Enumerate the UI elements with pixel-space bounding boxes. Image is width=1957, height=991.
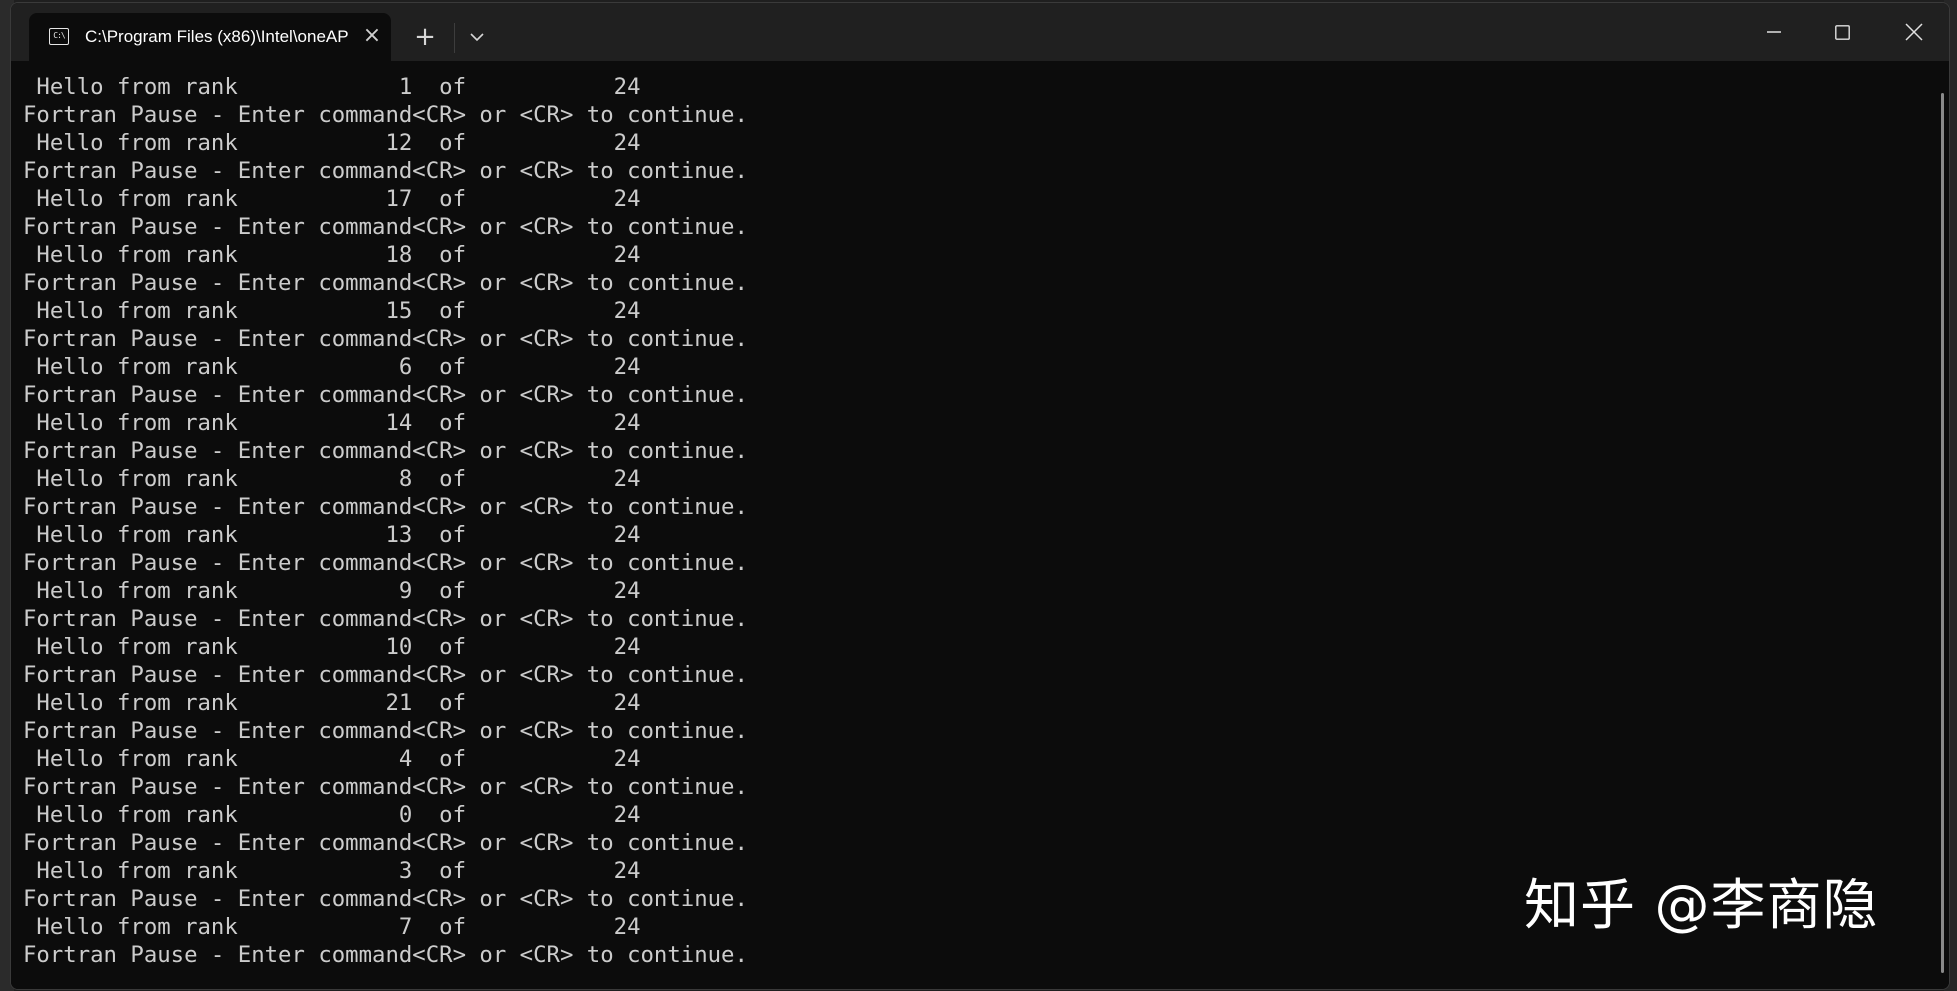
terminal-line: Fortran Pause - Enter command<CR> or <CR…	[23, 830, 748, 856]
terminal-line: Fortran Pause - Enter command<CR> or <CR…	[23, 606, 748, 632]
cmd-icon: C:\	[49, 28, 69, 45]
terminal-line: Fortran Pause - Enter command<CR> or <CR…	[23, 550, 748, 576]
terminal-line: Hello from rank 3 of 24	[23, 858, 641, 884]
chevron-down-icon	[470, 33, 484, 42]
terminal-line: Fortran Pause - Enter command<CR> or <CR…	[23, 382, 748, 408]
title-bar[interactable]: C:\ C:\Program Files (x86)\Intel\oneAPI …	[11, 3, 1949, 61]
close-icon	[1905, 23, 1923, 41]
terminal-line: Hello from rank 15 of 24	[23, 298, 641, 324]
maximize-button[interactable]	[1809, 3, 1877, 61]
terminal-line: Fortran Pause - Enter command<CR> or <CR…	[23, 886, 748, 912]
vertical-scrollbar[interactable]	[1936, 61, 1949, 989]
terminal-line: Hello from rank 9 of 24	[23, 578, 641, 604]
terminal-line: Hello from rank 17 of 24	[23, 186, 641, 212]
terminal-line: Fortran Pause - Enter command<CR> or <CR…	[23, 158, 748, 184]
terminal-line: Hello from rank 4 of 24	[23, 746, 641, 772]
minimize-button[interactable]	[1741, 3, 1809, 61]
terminal-line: Hello from rank 0 of 24	[23, 802, 641, 828]
terminal-line: Fortran Pause - Enter command<CR> or <CR…	[23, 214, 748, 240]
terminal-line: Hello from rank 7 of 24	[23, 914, 641, 940]
terminal-line: Hello from rank 12 of 24	[23, 130, 641, 156]
maximize-icon	[1835, 25, 1850, 40]
terminal-line: Fortran Pause - Enter command<CR> or <CR…	[23, 774, 748, 800]
terminal-line: Fortran Pause - Enter command<CR> or <CR…	[23, 270, 748, 296]
terminal-line: Fortran Pause - Enter command<CR> or <CR…	[23, 438, 748, 464]
terminal-line: Fortran Pause - Enter command<CR> or <CR…	[23, 718, 748, 744]
terminal-line: Hello from rank 18 of 24	[23, 242, 641, 268]
terminal-line: Fortran Pause - Enter command<CR> or <CR…	[23, 326, 748, 352]
terminal-line: Hello from rank 21 of 24	[23, 690, 641, 716]
scrollbar-thumb[interactable]	[1941, 93, 1944, 973]
terminal-output[interactable]: Hello from rank 1 of 24 Fortran Pause - E…	[11, 61, 1936, 989]
terminal-line: Hello from rank 6 of 24	[23, 354, 641, 380]
tab-close-icon[interactable]: ×	[361, 25, 383, 47]
terminal-line: Hello from rank 14 of 24	[23, 410, 641, 436]
tab-separator	[454, 23, 455, 53]
plus-icon: +	[414, 22, 436, 52]
terminal-line: Fortran Pause - Enter command<CR> or <CR…	[23, 102, 748, 128]
new-tab-button[interactable]: +	[407, 19, 443, 55]
terminal-line: Hello from rank 8 of 24	[23, 466, 641, 492]
terminal-line: Fortran Pause - Enter command<CR> or <CR…	[23, 494, 748, 520]
terminal-line: Hello from rank 1 of 24	[23, 74, 641, 100]
terminal-line: Fortran Pause - Enter command<CR> or <CR…	[23, 942, 748, 968]
tab-title: C:\Program Files (x86)\Intel\oneAPI	[85, 27, 350, 46]
terminal-line: Hello from rank 13 of 24	[23, 522, 641, 548]
minimize-icon	[1767, 31, 1781, 33]
close-window-button[interactable]	[1881, 3, 1949, 61]
terminal-line: Fortran Pause - Enter command<CR> or <CR…	[23, 662, 748, 688]
tab-active[interactable]: C:\ C:\Program Files (x86)\Intel\oneAPI …	[29, 13, 391, 61]
tab-dropdown-button[interactable]	[459, 19, 495, 55]
terminal-line: Hello from rank 10 of 24	[23, 634, 641, 660]
terminal-window: C:\ C:\Program Files (x86)\Intel\oneAPI …	[10, 2, 1950, 990]
watermark-text: 知乎 @李商隐	[1524, 873, 1879, 937]
